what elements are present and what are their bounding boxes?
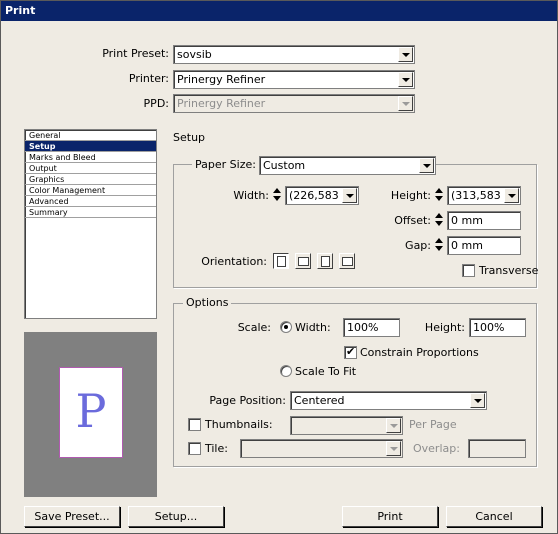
constrain-proportions-checkbox[interactable]	[344, 345, 357, 359]
sidebar-item-summary[interactable]: Summary	[25, 207, 156, 218]
window-title[interactable]: Print	[1, 1, 557, 21]
transverse-label: Transverse	[479, 264, 539, 277]
chevron-down-icon[interactable]	[419, 158, 434, 173]
width-value: (226,583	[289, 189, 339, 202]
sidebar-item-advanced[interactable]: Advanced	[25, 196, 156, 207]
scale-width-field[interactable]: 100%	[343, 318, 400, 337]
sidebar-item-color-management[interactable]: Color Management	[25, 185, 156, 196]
chevron-down-icon	[386, 441, 401, 456]
gap-spinner-icon[interactable]	[434, 237, 445, 253]
chevron-down-icon[interactable]	[470, 393, 485, 408]
thumbnails-checkbox[interactable]	[188, 418, 201, 431]
chevron-down-icon[interactable]	[398, 47, 413, 62]
tile-dropdown	[240, 439, 403, 458]
page-preview: P	[24, 332, 157, 497]
constrain-proportions-label: Constrain Proportions	[360, 346, 479, 359]
setup-button[interactable]: Setup...	[128, 506, 224, 527]
paper-size-value: Custom	[263, 159, 306, 172]
chevron-down-icon[interactable]	[342, 188, 357, 203]
height-dropdown[interactable]: (313,583	[447, 186, 521, 205]
print-preset-value: sovsib	[177, 48, 212, 61]
sidebar-item-output[interactable]: Output	[25, 163, 156, 174]
offset-label: Offset:	[394, 214, 431, 227]
tile-label: Tile:	[205, 442, 228, 455]
options-title: Options	[183, 296, 232, 309]
chevron-down-icon[interactable]	[398, 72, 413, 87]
scale-label: Scale:	[237, 321, 271, 334]
ppd-value: Prinergy Refiner	[177, 97, 266, 110]
offset-spinner-icon[interactable]	[434, 212, 445, 228]
category-list: General Setup Marks and Bleed Output Gra…	[24, 129, 157, 319]
reverse-landscape-page-icon	[342, 257, 353, 266]
print-preset-label: Print Preset:	[102, 47, 169, 60]
overlap-field	[468, 439, 526, 458]
printer-value: Prinergy Refiner	[177, 73, 266, 86]
print-button[interactable]: Print	[342, 506, 438, 527]
width-dropdown[interactable]: (226,583	[285, 186, 359, 205]
portrait-page-icon	[277, 256, 286, 267]
printer-dropdown[interactable]: Prinergy Refiner	[173, 70, 415, 89]
orientation-reverse-portrait-button[interactable]	[317, 253, 333, 269]
per-page-label: Per Page	[409, 418, 457, 431]
scale-height-field[interactable]: 100%	[469, 318, 526, 337]
height-spinner-icon[interactable]	[434, 187, 445, 203]
orientation-portrait-button[interactable]	[273, 253, 289, 269]
sidebar-item-general[interactable]: General	[25, 130, 156, 141]
height-label: Height:	[390, 189, 431, 202]
page-position-value: Centered	[294, 394, 345, 407]
print-dialog: Print Print Preset: sovsib Printer: Prin…	[0, 0, 558, 534]
preview-page: P	[59, 367, 123, 458]
print-preset-dropdown[interactable]: sovsib	[173, 45, 415, 64]
thumbnails-label: Thumbnails:	[205, 418, 273, 431]
page-position-label: Page Position:	[209, 394, 286, 407]
sidebar-item-graphics[interactable]: Graphics	[25, 174, 156, 185]
paper-size-dropdown[interactable]: Custom	[259, 156, 436, 175]
chevron-down-icon	[398, 96, 413, 111]
scale-to-fit-radio[interactable]	[280, 365, 292, 377]
sidebar-item-setup[interactable]: Setup	[25, 141, 156, 152]
paper-size-label: Paper Size:	[192, 158, 259, 171]
page-position-dropdown[interactable]: Centered	[290, 391, 487, 410]
printer-label: Printer:	[128, 72, 169, 85]
chevron-down-icon	[386, 418, 401, 433]
width-spinner-icon[interactable]	[272, 187, 283, 203]
width-label: Width:	[233, 189, 269, 202]
scale-width-radio[interactable]	[280, 321, 292, 333]
save-preset-button[interactable]: Save Preset...	[24, 506, 120, 527]
gap-field[interactable]: 0 mm	[447, 236, 521, 255]
sidebar-item-marks-and-bleed[interactable]: Marks and Bleed	[25, 152, 156, 163]
tile-checkbox[interactable]	[188, 442, 201, 455]
overlap-label: Overlap:	[413, 442, 460, 455]
chevron-down-icon[interactable]	[504, 188, 519, 203]
orientation-label: Orientation:	[201, 255, 267, 268]
scale-width-label: Width:	[295, 321, 331, 334]
gap-label: Gap:	[405, 239, 431, 252]
scale-to-fit-label: Scale To Fit	[295, 365, 357, 378]
offset-field[interactable]: 0 mm	[447, 211, 521, 230]
cancel-button[interactable]: Cancel	[446, 506, 542, 527]
thumbnails-per-page-dropdown	[290, 416, 403, 435]
ppd-dropdown: Prinergy Refiner	[173, 94, 415, 113]
transverse-checkbox[interactable]	[462, 264, 475, 277]
section-heading: Setup	[173, 131, 206, 144]
height-value: (313,583	[451, 189, 501, 202]
scale-height-label: Height:	[424, 321, 465, 334]
orientation-reverse-landscape-button[interactable]	[339, 253, 355, 269]
landscape-page-icon	[298, 257, 309, 266]
reverse-portrait-page-icon	[321, 256, 330, 267]
orientation-landscape-button[interactable]	[295, 253, 311, 269]
preview-page-letter: P	[75, 384, 107, 438]
ppd-label: PPD:	[143, 97, 169, 110]
